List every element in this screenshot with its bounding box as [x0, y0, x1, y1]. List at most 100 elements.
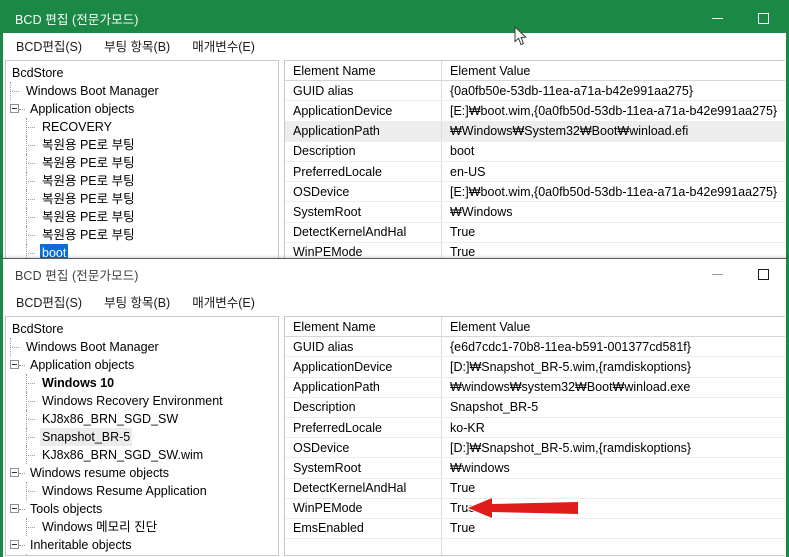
tree-node-label[interactable]: Application objects	[28, 356, 136, 374]
tree-node[interactable]: Windows Boot Manager	[6, 82, 278, 100]
table-row[interactable]: ApplicationDevice [D:]₩Snapshot_BR-5.wim,…	[285, 356, 785, 378]
element-table-panel-front[interactable]: Element Name Element Value GUID alias {e6d7…	[284, 316, 785, 556]
tree-node[interactable]: Windows Resume Application	[6, 482, 278, 500]
tree-node[interactable]: RECOVERY	[6, 118, 278, 136]
tree-node-label[interactable]: 복원용 PE로 부팅	[40, 136, 137, 154]
table-row[interactable]: DetectKernelAndHal True	[285, 222, 785, 243]
cell-element-name[interactable]: DetectKernelAndHal	[285, 222, 442, 243]
table-row[interactable]: ApplicationDevice [E:]₩boot.wim,{0a0fb50d…	[285, 100, 785, 122]
tree-node-label[interactable]: KJ8x86_BRN_SGD_SW.wim	[40, 446, 205, 464]
maximize-button[interactable]	[740, 259, 786, 289]
tree-node-label[interactable]: 복원용 PE로 부팅	[40, 154, 137, 172]
cell-element-value[interactable]	[441, 538, 785, 555]
menu-bcd-edit[interactable]: BCD편집(S)	[14, 35, 84, 56]
bcd-editor-window-front[interactable]: BCD 편집 (전문가모드) BCD편집(S) 부팅 항목(B) 매개변수(E)…	[0, 258, 789, 557]
cell-element-name[interactable]: ApplicationDevice	[285, 100, 442, 122]
table-row[interactable]: OSDevice [D:]₩Snapshot_BR-5.wim,{ramdisko…	[285, 437, 785, 459]
tree-node[interactable]: Windows Recovery Environment	[6, 392, 278, 410]
cell-element-value[interactable]: {0a0fb50e-53db-11ea-a71a-b42e991aa275}	[441, 80, 785, 102]
table-row[interactable]: Description boot	[285, 141, 785, 162]
tree-node-label[interactable]: Windows Recovery Environment	[40, 392, 225, 410]
tree-collapse-icon[interactable]	[10, 100, 25, 118]
tree-node[interactable]: Windows 10	[6, 374, 278, 392]
tree-node-label[interactable]: Windows 10	[40, 374, 116, 392]
tree-node[interactable]: KJ8x86_BRN_SGD_SW.wim	[6, 446, 278, 464]
cell-element-value[interactable]: True	[441, 518, 785, 540]
table-row[interactable]: ApplicationPath ₩Windows₩System32₩Boot₩wi…	[285, 121, 785, 142]
tree-node[interactable]: 복원용 PE로 부팅	[6, 226, 278, 244]
cell-element-name[interactable]: GUID alias	[285, 336, 442, 358]
maximize-button[interactable]	[740, 3, 786, 33]
menu-boot-entry[interactable]: 부팅 항목(B)	[102, 35, 172, 56]
tree-node[interactable]: BcdStore	[6, 320, 278, 338]
cell-element-value[interactable]: ₩Windows	[441, 201, 785, 223]
tree-node[interactable]: KJ8x86_BRN_SGD_SW	[6, 410, 278, 428]
table-row[interactable]: OSDevice [E:]₩boot.wim,{0a0fb50d-53db-11e…	[285, 181, 785, 203]
cell-element-name[interactable]	[285, 538, 442, 555]
titlebar-back[interactable]: BCD 편집 (전문가모드)	[3, 3, 786, 33]
tree-node[interactable]: Tools objects	[6, 500, 278, 518]
table-row[interactable]: GUID alias {e6d7cdc1-70b8-11ea-b591-00137…	[285, 336, 785, 358]
tree-collapse-icon[interactable]	[10, 536, 25, 554]
tree-node-label[interactable]: BcdStore	[10, 320, 65, 338]
element-table-front[interactable]: Element Name Element Value GUID alias {e6d7…	[285, 317, 785, 555]
tree-node[interactable]: Application objects	[6, 356, 278, 374]
cell-element-name[interactable]: SystemRoot	[285, 457, 442, 479]
cell-element-value[interactable]: ₩windows₩system32₩Boot₩winload.exe	[441, 377, 785, 398]
table-row[interactable]: WinPEMode True	[285, 498, 785, 519]
tree-node[interactable]: Windows Boot Manager	[6, 338, 278, 356]
tree-node-label[interactable]: Windows Boot Manager	[24, 82, 161, 100]
table-row[interactable]: DetectKernelAndHal True	[285, 478, 785, 499]
tree-node[interactable]: 복원용 PE로 부팅	[6, 190, 278, 208]
column-header-element-name[interactable]: Element Name	[285, 61, 442, 82]
cell-element-name[interactable]: ApplicationPath	[285, 121, 442, 142]
bcd-editor-window-back[interactable]: BCD 편집 (전문가모드) BCD편집(S) 부팅 항목(B) 매개변수(E)…	[0, 0, 789, 266]
cell-element-name[interactable]: ApplicationDevice	[285, 356, 442, 378]
titlebar-front[interactable]: BCD 편집 (전문가모드)	[3, 259, 786, 289]
cell-element-name[interactable]: SystemRoot	[285, 201, 442, 223]
menu-parameters[interactable]: 매개변수(E)	[190, 35, 257, 56]
minimize-button[interactable]	[694, 259, 740, 289]
cell-element-name[interactable]: PreferredLocale	[285, 161, 442, 183]
bcd-tree-front[interactable]: BcdStore Windows Boot Manager Application …	[6, 317, 278, 555]
cell-element-value[interactable]: boot	[441, 141, 785, 162]
cell-element-value[interactable]: True	[441, 222, 785, 243]
bcd-tree-panel-back[interactable]: BcdStore Windows Boot Manager Application …	[5, 60, 279, 266]
table-row[interactable]: EmsEnabled True	[285, 518, 785, 540]
cell-element-name[interactable]: GUID alias	[285, 80, 442, 102]
cell-element-value[interactable]: [E:]₩boot.wim,{0a0fb50d-53db-11ea-a71a-b…	[441, 100, 785, 122]
tree-node-label[interactable]: Snapshot_BR-5	[40, 428, 133, 446]
element-table-back[interactable]: Element Name Element Value GUID alias {0a0f…	[285, 61, 785, 263]
tree-node-label[interactable]: Inheritable objects	[28, 536, 133, 554]
tree-node[interactable]: Windows 메모리 진단	[6, 518, 278, 536]
tree-node-label[interactable]: 복원용 PE로 부팅	[40, 172, 137, 190]
cell-element-value[interactable]: [D:]₩Snapshot_BR-5.wim,{ramdiskoptions}	[441, 437, 785, 459]
table-row[interactable]: Description Snapshot_BR-5	[285, 397, 785, 418]
cell-element-name[interactable]: Description	[285, 141, 442, 162]
cell-element-name[interactable]: DetectKernelAndHal	[285, 478, 442, 499]
cell-element-value[interactable]: en-US	[441, 161, 785, 183]
cell-element-value[interactable]: Snapshot_BR-5	[441, 397, 785, 418]
tree-node[interactable]: BcdStore	[6, 64, 278, 82]
column-header-element-name[interactable]: Element Name	[285, 317, 442, 338]
element-table-panel-back[interactable]: Element Name Element Value GUID alias {0a0f…	[284, 60, 785, 266]
tree-node-label[interactable]: Windows resume objects	[28, 464, 171, 482]
tree-node[interactable]: 복원용 PE로 부팅	[6, 154, 278, 172]
tree-node[interactable]: 복원용 PE로 부팅	[6, 172, 278, 190]
tree-node[interactable]: 복원용 PE로 부팅	[6, 136, 278, 154]
tree-node-label[interactable]: Windows Resume Application	[40, 482, 209, 500]
tree-node[interactable]: 복원용 PE로 부팅	[6, 208, 278, 226]
cell-element-name[interactable]: WinPEMode	[285, 498, 442, 519]
tree-collapse-icon[interactable]	[10, 356, 25, 374]
table-row[interactable]: PreferredLocale en-US	[285, 161, 785, 183]
cell-element-name[interactable]: Description	[285, 397, 442, 418]
column-header-element-value[interactable]: Element Value	[441, 317, 785, 338]
cell-element-value[interactable]: True	[441, 478, 785, 499]
bcd-tree-panel-front[interactable]: BcdStore Windows Boot Manager Application …	[5, 316, 279, 556]
table-row[interactable]: ApplicationPath ₩windows₩system32₩Boot₩wi…	[285, 377, 785, 398]
cell-element-value[interactable]: [D:]₩Snapshot_BR-5.wim,{ramdiskoptions}	[441, 356, 785, 378]
tree-node-label[interactable]: Windows 메모리 진단	[40, 518, 159, 536]
minimize-button[interactable]	[694, 3, 740, 33]
menu-parameters[interactable]: 매개변수(E)	[190, 291, 257, 312]
cell-element-value[interactable]: {e6d7cdc1-70b8-11ea-b591-001377cd581f}	[441, 336, 785, 358]
